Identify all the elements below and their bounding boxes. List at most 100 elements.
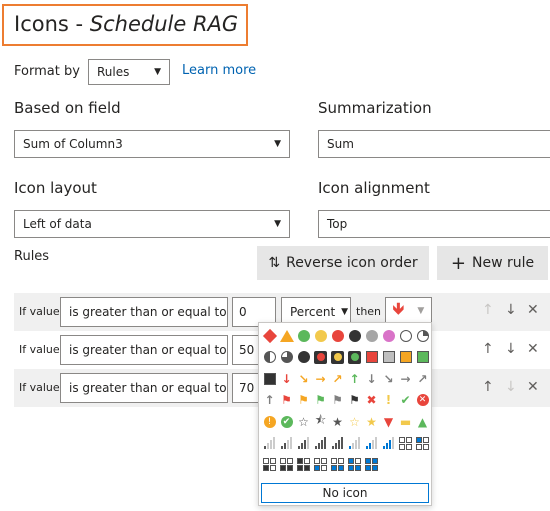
red-circle-icon[interactable] [329,325,346,347]
icon-picker-select[interactable]: 🡻 ▼ [385,297,432,325]
orange-circle-exclamation-icon[interactable]: ! [261,411,278,433]
gray-circle-icon[interactable] [363,325,380,347]
star-empty-yellow-icon[interactable]: ☆ [346,411,363,433]
yellow-exclamation-icon[interactable]: ! [380,390,397,412]
close-icon[interactable]: ✕ [527,341,539,357]
gray-flag-icon[interactable]: ⚑ [329,390,346,412]
dash-yellow-icon[interactable]: ▬ [397,411,414,433]
chevron-down-icon: ▼ [274,139,281,149]
arrow-up-green-icon[interactable]: ↑ [346,368,363,390]
pink-circle-icon[interactable] [380,325,397,347]
quad-blue-two-icon[interactable] [329,454,346,476]
quad-blue-one-icon[interactable] [312,454,329,476]
move-up-icon[interactable]: ↑ [482,341,494,357]
quad-one-icon[interactable] [261,454,278,476]
arrow-down-gray-icon[interactable]: ↓ [363,368,380,390]
chevron-down-icon: ▼ [154,67,161,77]
signal-bars-blue-icon[interactable] [346,433,363,455]
icon-alignment-select[interactable]: Top [318,210,550,238]
icon-layout-select[interactable]: Left of data ▼ [14,210,290,238]
arrow-down-red-icon[interactable]: ↓ [278,368,295,390]
yellow-circle-icon[interactable] [312,325,329,347]
based-on-field-select[interactable]: Sum of Column3 ▼ [14,130,290,158]
green-flag-icon[interactable]: ⚑ [312,390,329,412]
signal-bars-blue-icon[interactable] [363,433,380,455]
format-by-select[interactable]: Rules ▼ [88,59,170,85]
red-circle-x-icon[interactable]: ✕ [414,390,431,412]
orange-square-icon[interactable] [397,347,414,369]
black-flag-icon[interactable]: ⚑ [346,390,363,412]
orange-triangle-icon[interactable] [278,325,295,347]
arrow-right-orange-icon[interactable]: → [312,368,329,390]
arrow-down-right-gray-icon[interactable]: ↘ [380,368,397,390]
signal-bars-icon[interactable] [278,433,295,455]
green-light-icon[interactable] [346,347,363,369]
quad-three-icon[interactable] [295,454,312,476]
red-diamond-icon[interactable] [261,325,278,347]
quad-blue-three-icon[interactable] [346,454,363,476]
move-down-icon[interactable]: ↓ [505,341,517,357]
quad-blue-four-icon[interactable] [363,454,380,476]
green-square-icon[interactable] [414,347,431,369]
rule-value-input[interactable]: 50 [232,335,260,365]
operator-select[interactable]: is greater than or equal to ▼ [60,297,228,327]
signal-bars-icon[interactable] [329,433,346,455]
signal-bars-icon[interactable] [295,433,312,455]
half-circle-icon[interactable] [261,347,278,369]
yellow-light-icon[interactable] [329,347,346,369]
star-half-icon[interactable]: ⯪ [312,411,329,433]
star-full-icon[interactable]: ★ [329,411,346,433]
move-up-icon[interactable]: ↑ [482,302,494,318]
reverse-icon-order-label: Reverse icon order [286,255,418,271]
arrow-up-gray-icon[interactable]: ↑ [261,390,278,412]
empty-circle-icon[interactable] [397,325,414,347]
rule-value: 70 [239,381,255,395]
three-quarter-circle-icon[interactable] [278,347,295,369]
signal-bars-icon[interactable] [261,433,278,455]
black-square-icon[interactable] [261,368,278,390]
move-up-icon[interactable]: ↑ [482,379,494,395]
green-check-icon[interactable]: ✔ [397,390,414,412]
operator-select[interactable]: is greater than or equal to ▼ [60,373,228,403]
red-square-icon[interactable] [363,347,380,369]
arrow-down-right-orange-icon[interactable]: ↘ [295,368,312,390]
no-icon-option[interactable]: No icon [261,483,429,503]
move-down-icon[interactable]: ↓ [505,302,517,318]
full-black-circle-icon[interactable] [295,347,312,369]
close-icon[interactable]: ✕ [527,379,539,395]
red-x-icon[interactable]: ✖ [363,390,380,412]
close-icon[interactable]: ✕ [527,302,539,318]
quad-blue-icon[interactable] [414,433,431,455]
arrow-right-gray-icon[interactable]: → [397,368,414,390]
summarization-select[interactable]: Sum [318,130,550,158]
rule-value-input[interactable]: 70 [232,373,260,403]
operator-select[interactable]: is greater than or equal to ▼ [60,335,228,365]
summarization-value: Sum [327,137,354,151]
unit-value: Percent [290,305,336,319]
based-on-field-value: Sum of Column3 [23,137,123,151]
green-circle-icon[interactable] [295,325,312,347]
arrow-up-right-gray-icon[interactable]: ↗ [414,368,431,390]
move-down-icon[interactable]: ↓ [505,379,517,395]
new-rule-button[interactable]: + New rule [437,246,548,280]
gray-square-icon[interactable] [380,347,397,369]
reverse-icon-order-button[interactable]: ⇅ Reverse icon order [257,246,429,280]
rule-value: 50 [239,343,255,357]
red-light-icon[interactable] [312,347,329,369]
arrow-up-right-orange-icon[interactable]: ↗ [329,368,346,390]
learn-more-link[interactable]: Learn more [182,63,256,78]
star-full-yellow-icon[interactable]: ★ [363,411,380,433]
signal-bars-blue-icon[interactable] [380,433,397,455]
quad-empty-icon[interactable] [397,433,414,455]
red-flag-icon[interactable]: ⚑ [278,390,295,412]
triangle-down-red-icon[interactable]: ▼ [380,411,397,433]
signal-bars-icon[interactable] [312,433,329,455]
black-circle-icon[interactable] [346,325,363,347]
green-circle-check-icon[interactable]: ✔ [278,411,295,433]
operator-value: is greater than or equal to [69,381,227,395]
quarter-circle-icon[interactable] [414,325,431,347]
triangle-up-green-icon[interactable]: ▲ [414,411,431,433]
star-empty-icon[interactable]: ☆ [295,411,312,433]
orange-flag-icon[interactable]: ⚑ [295,390,312,412]
quad-two-icon[interactable] [278,454,295,476]
